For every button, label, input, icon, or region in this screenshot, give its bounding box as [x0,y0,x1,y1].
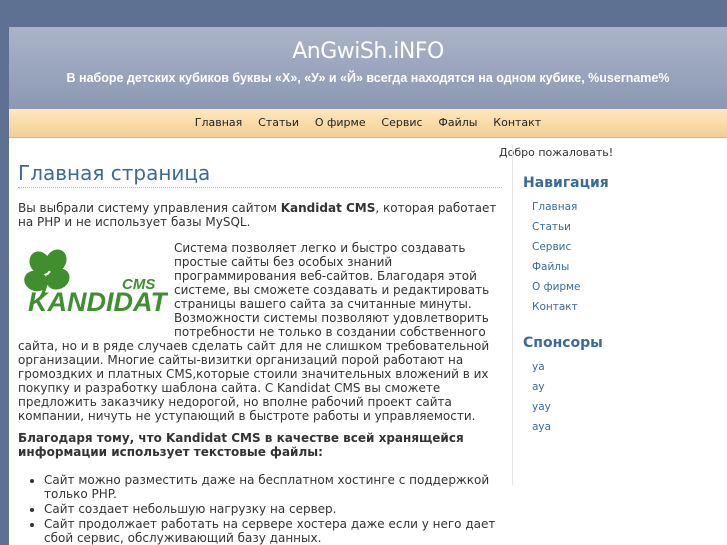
top-nav: Главная Статьи О фирме Сервис Файлы Конт… [9,109,727,138]
sidebar-item-service[interactable]: Сервис [532,241,718,261]
main-content: Главная страница Вы выбрали систему упра… [18,161,502,545]
features-list: Сайт можно разместить даже на бесплатном… [18,473,502,545]
nav-item-home[interactable]: Главная [195,116,243,129]
sponsor-link[interactable]: ya [532,361,718,381]
clover-icon: CMS KANDIDAT [24,249,169,317]
logo-brand-text: KANDIDAT [28,287,168,317]
sidebar: Навигация Главная Статьи Сервис Файлы О … [512,145,718,485]
sidebar-sponsors-title: Спонсоры [523,335,603,351]
sidebar-nav-list: Главная Статьи Сервис Файлы О фирме Конт… [532,201,718,321]
page: AnGwiSh.iNFO В наборе детских кубиков бу… [9,27,727,545]
list-item: Сайт создает небольшую нагрузку на серве… [44,502,502,516]
list-item: Сайт продолжает работать на сервере хост… [44,517,502,545]
sponsor-link[interactable]: yay [532,401,718,421]
sidebar-nav-title: Навигация [523,175,609,191]
nav-item-contact[interactable]: Контакт [493,116,541,129]
sidebar-item-contact[interactable]: Контакт [532,301,718,321]
kandidat-logo: CMS KANDIDAT [18,241,169,326]
sidebar-item-home[interactable]: Главная [532,201,718,221]
features-intro: Благодаря тому, что Kandidat CMS в качес… [18,431,464,459]
sponsor-link[interactable]: ay [532,381,718,401]
nav-item-about[interactable]: О фирме [315,116,366,129]
sidebar-item-about[interactable]: О фирме [532,281,718,301]
header: AnGwiSh.iNFO В наборе детских кубиков бу… [9,27,727,109]
intro-text: Вы выбрали систему управления сайтом [18,201,281,215]
nav-item-files[interactable]: Файлы [438,116,477,129]
nav-item-service[interactable]: Сервис [381,116,422,129]
list-item: Сайт можно разместить даже на бесплатном… [44,473,502,501]
intro-paragraph: Вы выбрали систему управления сайтом Kan… [18,201,502,229]
page-title: Главная страница [18,161,502,188]
site-title[interactable]: AnGwiSh.iNFO [9,27,727,64]
sponsor-link[interactable]: aya [532,421,718,441]
sponsors-list: ya ay yay aya [532,361,718,441]
sidebar-item-articles[interactable]: Статьи [532,221,718,241]
sidebar-item-files[interactable]: Файлы [532,261,718,281]
intro-cms-name: Kandidat CMS [280,201,376,215]
nav-item-articles[interactable]: Статьи [258,116,299,129]
tagline: В наборе детских кубиков буквы «Х», «У» … [66,71,670,85]
